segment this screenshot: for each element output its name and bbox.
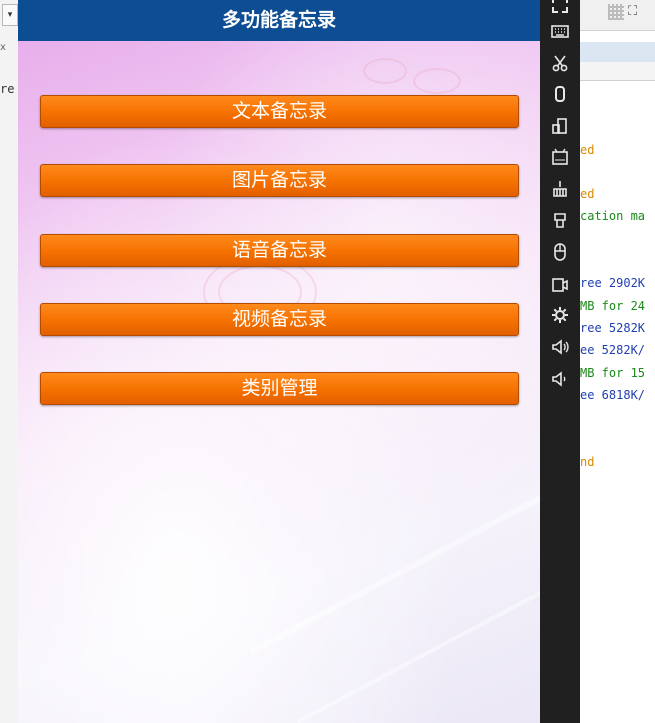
ide-left-panel: ▾ x re [0, 0, 19, 723]
grid-icon[interactable] [608, 4, 624, 20]
emulator-screen: 多功能备忘录 文本备忘录 图片备忘录 语音备忘录 视频备忘录 类别管理 [18, 0, 540, 723]
background-swirl [413, 68, 461, 94]
ide-sub-strip [580, 62, 655, 81]
scissors-icon[interactable] [546, 50, 574, 76]
share-icon[interactable] [546, 207, 574, 233]
log-line: nd [580, 455, 595, 469]
expand-icon[interactable] [546, 0, 574, 18]
ide-tab-strip [580, 42, 655, 63]
rotate-icon[interactable] [546, 81, 574, 107]
text-memo-button[interactable]: 文本备忘录 [40, 95, 519, 128]
app-title-bar: 多功能备忘录 [18, 0, 540, 41]
log-line: MB for 15 [580, 366, 646, 380]
clean-icon[interactable] [546, 176, 574, 202]
log-line: ed [580, 187, 595, 201]
volume-down-icon[interactable] [546, 366, 574, 392]
log-line: cation ma [580, 209, 646, 223]
volume-up-icon[interactable] [546, 334, 574, 360]
image-memo-button[interactable]: 图片备忘录 [40, 164, 519, 197]
screenshot-icon[interactable] [546, 271, 574, 297]
ide-tab-fragment: x [0, 42, 6, 53]
ide-toolbar: ⛶ [580, 0, 655, 31]
settings-icon[interactable] [546, 302, 574, 328]
voice-memo-button[interactable]: 语音备忘录 [40, 234, 519, 267]
mouse-icon[interactable] [546, 239, 574, 265]
background-swirl [363, 58, 407, 84]
ide-dropdown[interactable]: ▾ [2, 4, 18, 26]
log-line: ed [580, 143, 595, 157]
background-streak [296, 560, 540, 723]
log-line: ee 6818K/ [580, 388, 646, 402]
emulator-toolbar [540, 0, 580, 723]
ide-console-panel: ⛶ ed ed cation ma ree 2902K MB for 24 re… [580, 0, 655, 723]
log-line: MB for 24 [580, 299, 646, 313]
log-line: ree 5282K [580, 321, 646, 335]
category-manage-button[interactable]: 类别管理 [40, 372, 519, 405]
screen-rotate-icon[interactable] [546, 113, 574, 139]
log-line: ree 2902K [580, 276, 646, 290]
ide-code-fragment: re [0, 82, 15, 96]
background-streak [248, 471, 540, 655]
keyboard-icon[interactable] [546, 18, 574, 44]
apk-icon[interactable] [546, 144, 574, 170]
maximize-icon[interactable]: ⛶ [628, 4, 637, 19]
video-memo-button[interactable]: 视频备忘录 [40, 303, 519, 336]
log-line: ee 5282K/ [580, 343, 646, 357]
app-title: 多功能备忘录 [221, 9, 336, 31]
